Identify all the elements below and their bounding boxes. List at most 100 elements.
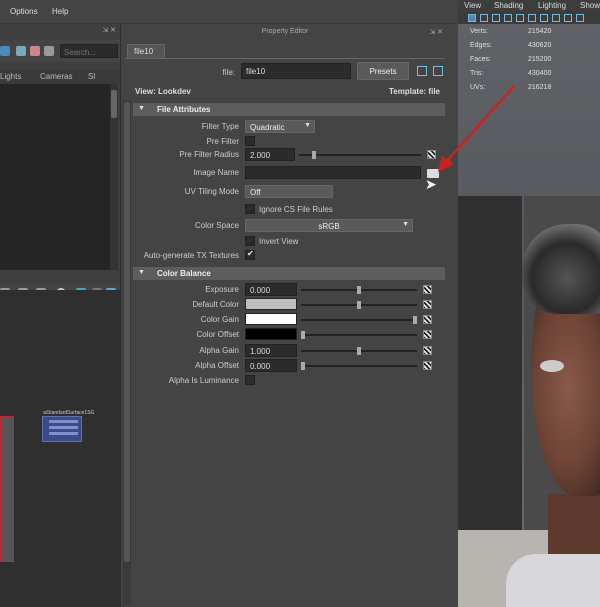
viewport-toolbar xyxy=(458,12,600,24)
search-input[interactable] xyxy=(60,44,118,58)
image-plane-icon[interactable] xyxy=(504,14,512,22)
default-color-swatch[interactable] xyxy=(245,298,297,310)
menu-view[interactable]: View xyxy=(464,1,481,10)
view-label[interactable]: View: Lookdev xyxy=(135,87,191,96)
file-name-field[interactable]: file10 xyxy=(241,63,351,79)
uv-tiling-dropdown[interactable]: Off xyxy=(245,185,333,198)
left-tabs: Lights Cameras Sl xyxy=(0,70,120,84)
wireframe-icon[interactable] xyxy=(528,14,536,22)
chevron-down-icon: ▼ xyxy=(402,221,409,228)
shadows-icon[interactable] xyxy=(576,14,584,22)
lights-icon[interactable] xyxy=(564,14,572,22)
menu-show[interactable]: Show xyxy=(580,1,600,10)
map-texture-icon[interactable] xyxy=(423,300,432,309)
hud-key: Verts: xyxy=(470,28,488,35)
presets-button[interactable]: Presets xyxy=(357,62,409,80)
file-label: file: xyxy=(222,68,235,77)
input-connections-icon[interactable] xyxy=(417,66,427,76)
hud-verts: Verts: 215420 xyxy=(470,28,590,38)
node-port-surface[interactable] xyxy=(49,420,78,423)
shader-icon[interactable] xyxy=(16,46,26,56)
map-texture-icon[interactable] xyxy=(423,330,432,339)
slider-handle[interactable] xyxy=(357,286,361,294)
menu-help[interactable]: Help xyxy=(52,7,68,16)
textured-icon[interactable] xyxy=(552,14,560,22)
select-camera-icon[interactable] xyxy=(468,14,476,22)
color-space-label: Color Space xyxy=(194,221,239,230)
menu-options[interactable]: Options xyxy=(10,7,38,16)
pre-filter-checkbox[interactable] xyxy=(245,136,255,146)
slider-handle[interactable] xyxy=(357,301,361,309)
slider-handle[interactable] xyxy=(311,151,316,159)
exposure-slider[interactable] xyxy=(301,286,417,294)
map-texture-icon[interactable] xyxy=(427,150,436,159)
property-editor-dock-icons[interactable]: ⇲ ✕ xyxy=(429,28,443,36)
node-port-volume[interactable] xyxy=(49,426,78,429)
default-color-slider[interactable] xyxy=(301,301,417,309)
node-port-displacement[interactable] xyxy=(49,432,78,435)
slider-handle[interactable] xyxy=(357,347,361,355)
filter-type-dropdown[interactable]: Quadratic ▼ xyxy=(245,120,315,133)
menu-shading[interactable]: Shading xyxy=(494,1,523,10)
material-browser[interactable] xyxy=(0,84,110,270)
graph-icon[interactable] xyxy=(0,46,10,56)
3d-viewport[interactable]: View Shading Lighting Show Verts: 215420… xyxy=(458,0,600,607)
color-space-dropdown[interactable]: sRGB ▼ xyxy=(245,219,413,232)
color-offset-slider[interactable] xyxy=(301,331,417,339)
invert-view-checkbox[interactable] xyxy=(245,236,255,246)
tab-sl[interactable]: Sl xyxy=(88,72,95,81)
alpha-gain-field[interactable]: 1.000 xyxy=(245,344,297,357)
color-gain-slider[interactable] xyxy=(301,316,417,324)
selected-node[interactable] xyxy=(0,416,14,562)
smooth-shade-icon[interactable] xyxy=(540,14,548,22)
hud-key: Edges: xyxy=(470,42,492,49)
alpha-offset-slider[interactable] xyxy=(301,362,417,370)
row-default-color: Default Color xyxy=(133,298,445,312)
color-gain-swatch[interactable] xyxy=(245,313,297,325)
pre-filter-radius-field[interactable]: 2.000 xyxy=(245,148,295,161)
property-editor-scrollbar[interactable] xyxy=(123,100,131,605)
render-icon[interactable] xyxy=(30,46,40,56)
hud-uvs: UVs: 216218 xyxy=(470,84,590,94)
camera-attributes-icon[interactable] xyxy=(480,14,488,22)
viewport-scene[interactable] xyxy=(458,24,600,607)
slider-handle[interactable] xyxy=(301,362,305,370)
alpha-gain-slider[interactable] xyxy=(301,347,417,355)
node-graph[interactable] xyxy=(0,290,120,607)
output-connections-icon[interactable] xyxy=(433,66,443,76)
menu-lighting[interactable]: Lighting xyxy=(538,1,566,10)
color-offset-swatch[interactable] xyxy=(245,328,297,340)
row-ignore-cs: Ignore CS File Rules xyxy=(133,203,445,217)
tab-cameras[interactable]: Cameras xyxy=(40,72,72,81)
row-color-gain: Color Gain xyxy=(133,313,445,327)
tab-lights[interactable]: Lights xyxy=(0,72,21,81)
map-texture-icon[interactable] xyxy=(423,285,432,294)
section-file-attributes[interactable]: ▼ File Attributes xyxy=(133,103,445,116)
pre-filter-radius-slider[interactable] xyxy=(299,151,421,159)
bookmark-icon[interactable] xyxy=(492,14,500,22)
alpha-offset-field[interactable]: 0.000 xyxy=(245,359,297,372)
exposure-field[interactable]: 0.000 xyxy=(245,283,297,296)
row-color-space: Color Space sRGB ▼ xyxy=(133,219,445,233)
list-icon[interactable] xyxy=(44,46,54,56)
section-color-balance[interactable]: ▼ Color Balance xyxy=(133,267,445,280)
map-texture-icon[interactable] xyxy=(423,361,432,370)
color-space-value: sRGB xyxy=(318,222,340,231)
left-dock-icons[interactable]: ⇲ ✕ xyxy=(102,26,116,34)
alpha-is-luminance-checkbox[interactable] xyxy=(245,375,255,385)
map-texture-icon[interactable] xyxy=(423,315,432,324)
left-scrollbar[interactable] xyxy=(110,84,118,270)
slider-handle[interactable] xyxy=(301,331,305,339)
template-label[interactable]: Template: file xyxy=(389,87,440,96)
slider-handle[interactable] xyxy=(412,316,417,324)
image-name-field[interactable] xyxy=(245,166,421,179)
tab-divider xyxy=(125,58,445,59)
hud-faces: Faces: 215200 xyxy=(470,56,590,66)
row-pre-filter: Pre Filter xyxy=(133,135,445,149)
shading-group-node[interactable]: aiStandardSurface1SG xyxy=(42,410,94,442)
auto-tx-checkbox[interactable] xyxy=(245,249,255,260)
ignore-cs-checkbox[interactable] xyxy=(245,204,255,214)
tab-file10[interactable]: file10 xyxy=(127,44,165,58)
grid-icon[interactable] xyxy=(516,14,524,22)
map-texture-icon[interactable] xyxy=(423,346,432,355)
